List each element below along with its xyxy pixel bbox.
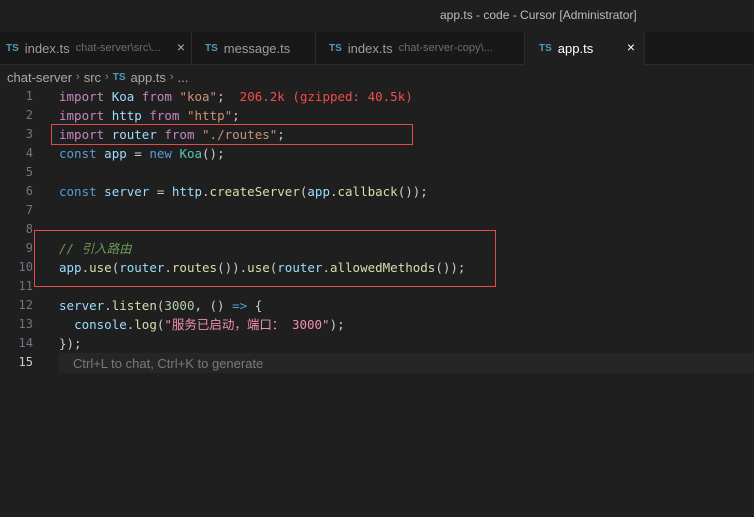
tab-label: index.ts [347, 40, 393, 56]
code-text: import http from "http"; [59, 108, 240, 123]
code-line: 1 import Koa from "koa"; 206.2k (gzipped… [0, 87, 754, 106]
code-text: const server = http.createServer(app.cal… [59, 184, 428, 199]
close-icon[interactable]: × [177, 39, 185, 55]
line-number: 2 [25, 108, 33, 122]
code-line: 2 import http from "http"; [0, 106, 754, 125]
line-number: 13 [18, 317, 33, 331]
tab-index-ts-server-copy[interactable]: TS index.ts chat-server-copy\... [316, 32, 525, 64]
line-number: 11 [18, 279, 33, 293]
breadcrumb-folder-src[interactable]: src [84, 70, 101, 85]
tab-path-hint: chat-server-copy\... [398, 42, 493, 54]
code-text: server.listen(3000, () => { [59, 298, 263, 313]
tab-bar: TS index.ts chat-server\src\... × TS mes… [0, 32, 754, 65]
tab-message-ts[interactable]: TS message.ts [192, 32, 316, 64]
code-line: 13 console.log("服务已启动，端口： 3000"); [0, 315, 754, 334]
typescript-icon: TS [112, 71, 126, 83]
code-line: 7 [0, 201, 754, 220]
tab-path-hint: chat-server\src\... [75, 42, 161, 54]
breadcrumb: chat-server › src › TS app.ts › ... [7, 68, 188, 86]
code-line: 6 const server = http.createServer(app.c… [0, 182, 754, 201]
tab-label: app.ts [557, 41, 594, 56]
chevron-right-icon: › [169, 71, 174, 83]
code-line: 14 }); [0, 334, 754, 353]
window-title: app.ts - code - Cursor [Administrator] [440, 8, 637, 22]
chevron-right-icon: › [105, 71, 109, 83]
line-number: 7 [25, 203, 33, 217]
breadcrumb-symbols[interactable]: ... [178, 70, 189, 85]
line-number: 15 [18, 355, 33, 369]
line-number: 9 [25, 241, 33, 255]
code-text: import Koa from "koa"; 206.2k (gzipped: … [59, 89, 413, 104]
code-text: console.log("服务已启动，端口： 3000"); [74, 317, 345, 332]
breadcrumb-folder-chat-server[interactable]: chat-server [7, 70, 72, 85]
tab-index-ts-server[interactable]: TS index.ts chat-server\src\... × [0, 32, 192, 64]
line-number: 1 [25, 89, 33, 103]
code-line: 5 [0, 163, 754, 182]
typescript-icon: TS [539, 43, 552, 54]
code-line-current: 15 [0, 353, 754, 372]
typescript-icon: TS [329, 42, 342, 54]
line-number: 8 [25, 222, 33, 236]
typescript-icon: TS [205, 42, 218, 54]
chevron-right-icon: › [76, 71, 80, 83]
line-number: 4 [25, 146, 33, 160]
code-text: }); [59, 336, 82, 351]
import-size-hint: 206.2k (gzipped: 40.5k) [239, 89, 413, 104]
code-text: const app = new Koa(); [59, 146, 225, 161]
close-icon[interactable]: × [627, 39, 635, 55]
title-bar: app.ts - code - Cursor [Administrator] [0, 0, 754, 32]
tab-app-ts[interactable]: TS app.ts × [525, 32, 645, 65]
tab-label: message.ts [223, 40, 291, 56]
code-line: 12 server.listen(3000, () => { [0, 296, 754, 315]
typescript-icon: TS [6, 42, 19, 54]
line-number: 12 [18, 298, 33, 312]
highlight-box-import-router [51, 124, 413, 145]
highlight-box-router-usage [34, 230, 496, 287]
line-number: 5 [25, 165, 33, 179]
tab-label: index.ts [24, 40, 70, 56]
line-number: 6 [25, 184, 33, 198]
line-number: 14 [18, 336, 33, 350]
line-number: 3 [25, 127, 33, 141]
line-number: 10 [18, 260, 33, 274]
breadcrumb-file[interactable]: app.ts [131, 70, 166, 85]
code-line: 4 const app = new Koa(); [0, 144, 754, 163]
